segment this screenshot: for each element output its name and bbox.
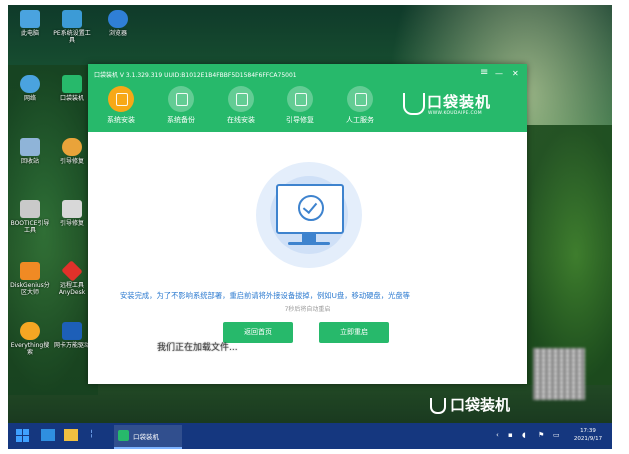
install-complete-message: 安装完成，为了不影响系统部署，重启前请将外接设备拔掉，例如U盘，移动硬盘，光盘等 (120, 291, 410, 300)
desktop-icon-label: Everything搜索 (10, 342, 50, 356)
desktop-icon-label: 此电脑 (20, 30, 39, 37)
desktop-icon-koudai[interactable]: 口袋装机 (52, 75, 92, 102)
desktop-icon-label: DiskGenius分区大师 (10, 282, 50, 296)
menu-icon[interactable]: ≡ (480, 67, 488, 78)
folder-icon[interactable] (64, 429, 78, 441)
network-settings-icon (62, 10, 82, 28)
desktop-icon-label: 浏览器 (108, 30, 127, 37)
qr-code (533, 348, 585, 400)
taskbar-app-koudai[interactable]: 口袋装机 (114, 425, 182, 449)
restart-now-button[interactable]: 立即重启 (319, 322, 389, 343)
clock-time: 17:39 (580, 428, 596, 434)
taskbar-app-label: 口袋装机 (133, 433, 159, 441)
tab-online-install[interactable]: 在线安装 (216, 86, 266, 125)
desktop-icon-label: 网卡万能驱动 (53, 342, 90, 349)
tab-label: 系统备份 (167, 116, 195, 124)
toolbox-icon (287, 86, 313, 112)
desktop-icon-network[interactable]: 网络 (10, 75, 50, 102)
bootice-icon (20, 200, 40, 218)
tray-arrow-icon[interactable]: ‹ (496, 431, 499, 439)
chat-icon (347, 86, 373, 112)
taskbar: ¦ 口袋装机 ‹ ▪ ◖ ⚑ ▭ 17:39 2021/9/17 (8, 423, 612, 449)
pinwheel-icon (62, 138, 82, 156)
desktop-icon-everything[interactable]: Everything搜索 (10, 322, 50, 356)
desktop-icon-label: BOOTICE引导工具 (10, 220, 50, 234)
minimize-button[interactable]: — (495, 69, 503, 78)
tab-system-backup[interactable]: 系统备份 (156, 86, 206, 125)
install-icon (108, 86, 134, 112)
backup-icon (168, 86, 194, 112)
tab-label: 人工服务 (346, 116, 374, 124)
network-icon[interactable]: ▪ (508, 431, 513, 439)
desktop-icon-diskgenius[interactable]: DiskGenius分区大师 (10, 262, 50, 296)
desktop-icon-label: 引导修复 (59, 220, 84, 227)
recycle-bin-icon (20, 138, 40, 156)
search-icon (20, 322, 40, 340)
desktop-icon-label: 网络 (23, 95, 36, 102)
desktop-icon-boot-repair[interactable]: 引导修复 (52, 138, 92, 165)
window-header: 口袋装机 V 3.1.329.319 UUID:B1012E1B4FBBF5D1… (88, 64, 527, 132)
desktop-icon[interactable] (41, 429, 55, 441)
signal-icon[interactable]: ¦ (90, 429, 102, 441)
desktop-icon-pe-settings[interactable]: PE系统设置工具 (52, 10, 92, 44)
desktop-icon-anydesk[interactable]: 远程工具AnyDesk (52, 260, 92, 296)
close-button[interactable]: ✕ (512, 69, 519, 78)
flag-icon[interactable]: ⚑ (538, 431, 544, 439)
screen-icon[interactable]: ▭ (553, 431, 560, 439)
monitor-base (288, 242, 330, 245)
koudai-logo-icon (62, 75, 82, 93)
desktop-icon-label: 远程工具AnyDesk (58, 282, 86, 296)
window-title: 口袋装机 V 3.1.329.319 UUID:B1012E1B4FBBF5D1… (94, 72, 297, 79)
tab-label: 引导修复 (286, 116, 314, 124)
desktop-icon-label: 回收站 (20, 158, 39, 165)
desktop-icon-bootice[interactable]: BOOTICE引导工具 (10, 200, 50, 234)
desktop-icon-this-pc[interactable]: 此电脑 (10, 10, 50, 37)
koudai-logo-icon (403, 93, 425, 115)
volume-icon[interactable]: ◖ (522, 431, 526, 439)
desktop-icon-recycle-bin[interactable]: 回收站 (10, 138, 50, 165)
desktop-icon-nic-driver[interactable]: 网卡万能驱动 (52, 322, 92, 349)
tab-boot-repair[interactable]: 引导修复 (275, 86, 325, 125)
anydesk-icon (61, 260, 83, 282)
download-icon (228, 86, 254, 112)
computer-icon (20, 10, 40, 28)
start-button[interactable] (16, 429, 30, 443)
tab-system-install[interactable]: 系统安装 (96, 86, 146, 125)
driver-icon (62, 322, 82, 340)
desktop-icon-label: 口袋装机 (59, 95, 84, 102)
desktop-wallpaper-tree (522, 125, 612, 385)
brand-url: WWW.KOUDAIPE.COM (428, 111, 482, 116)
desktop-icon-boot-repair-2[interactable]: 引导修复 (52, 200, 92, 227)
clock[interactable]: 17:39 2021/9/17 (570, 427, 606, 443)
restart-countdown: 7秒后将自动重启 (284, 306, 331, 313)
desktop-icon-label: PE系统设置工具 (53, 30, 91, 44)
tool-icon (62, 200, 82, 218)
desktop-icon-browser[interactable]: 浏览器 (98, 10, 138, 37)
tab-manual-service[interactable]: 人工服务 (335, 86, 385, 125)
network-icon (20, 75, 40, 93)
globe-icon (108, 10, 128, 28)
loading-overlay-text: 我们正在加载文件... (157, 343, 238, 353)
tab-label: 在线安装 (227, 116, 255, 124)
diskgenius-icon (20, 262, 40, 280)
tab-label: 系统安装 (107, 116, 135, 124)
koudai-logo-icon (430, 398, 446, 414)
desktop-icon-label: 引导修复 (59, 158, 84, 165)
monitor-check-icon (276, 184, 344, 234)
koudai-logo-icon (118, 430, 129, 441)
brand-name: 口袋装机 (427, 93, 492, 111)
wallpaper-brand-name: 口袋装机 (450, 396, 511, 414)
koudai-installer-window: 口袋装机 V 3.1.329.319 UUID:B1012E1B4FBBF5D1… (88, 64, 527, 384)
clock-date: 2021/9/17 (573, 436, 603, 442)
